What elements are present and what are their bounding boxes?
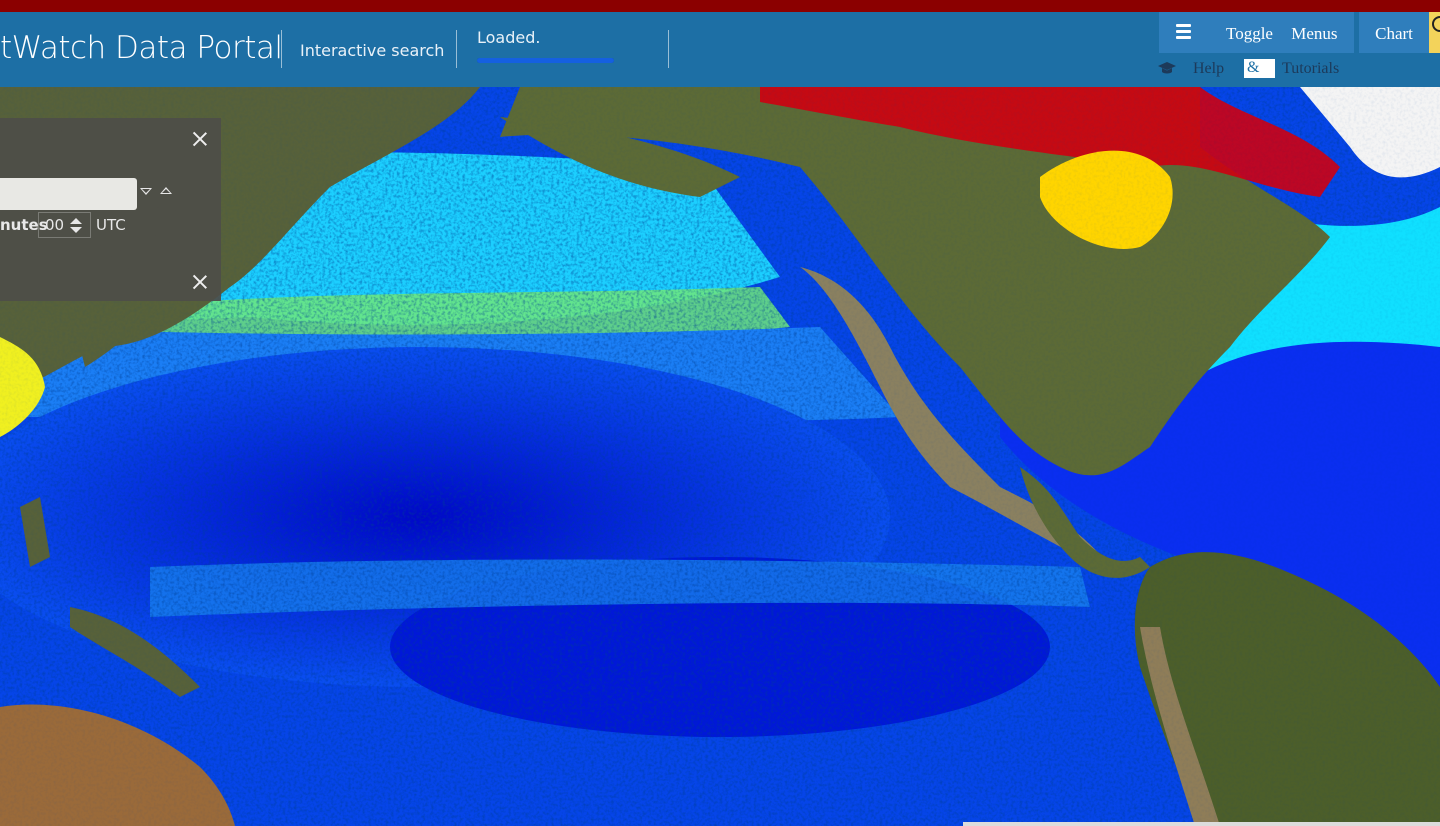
- help-label: Help: [1193, 60, 1225, 77]
- load-status-text: Loaded.: [477, 28, 541, 47]
- help-ampersand-highlight: &: [1244, 59, 1275, 78]
- minutes-value[interactable]: 00: [45, 216, 64, 234]
- load-progress-fill: [477, 58, 614, 63]
- close-icon[interactable]: [193, 132, 207, 146]
- minutes-stepper[interactable]: 00: [38, 212, 91, 238]
- date-input[interactable]: [0, 178, 137, 210]
- stepper-arrows-icon[interactable]: [70, 218, 82, 234]
- timezone-label: UTC: [96, 216, 126, 234]
- hamburger-menu-icon: [1176, 24, 1191, 42]
- triangle-down-icon[interactable]: [140, 188, 152, 195]
- load-progress-bar: [477, 58, 614, 63]
- header-divider: [281, 30, 282, 68]
- close-icon[interactable]: [193, 275, 207, 289]
- top-accent-strip: [0, 0, 1440, 12]
- bottom-scrollbar[interactable]: [963, 822, 1440, 826]
- time-selector-panel: nutes 00 UTC: [0, 118, 221, 301]
- interactive-search-link[interactable]: Interactive search: [300, 41, 444, 60]
- graduation-cap-icon: [1158, 62, 1176, 74]
- app-title[interactable]: tWatch Data Portal: [0, 30, 283, 66]
- lightbulb-icon: [1432, 16, 1440, 32]
- triangle-up-icon[interactable]: [160, 187, 172, 194]
- app-header: tWatch Data Portal Interactive search Lo…: [0, 12, 1440, 87]
- tutorials-label: Tutorials: [1282, 60, 1340, 77]
- toggle-menus-button[interactable]: Toggle Menus: [1159, 12, 1354, 53]
- toggle-menus-label: Toggle Menus: [1226, 24, 1338, 43]
- header-divider: [456, 30, 457, 68]
- chart-button[interactable]: Chart: [1359, 12, 1429, 53]
- header-divider: [668, 30, 669, 68]
- lightbulb-button[interactable]: [1429, 12, 1440, 53]
